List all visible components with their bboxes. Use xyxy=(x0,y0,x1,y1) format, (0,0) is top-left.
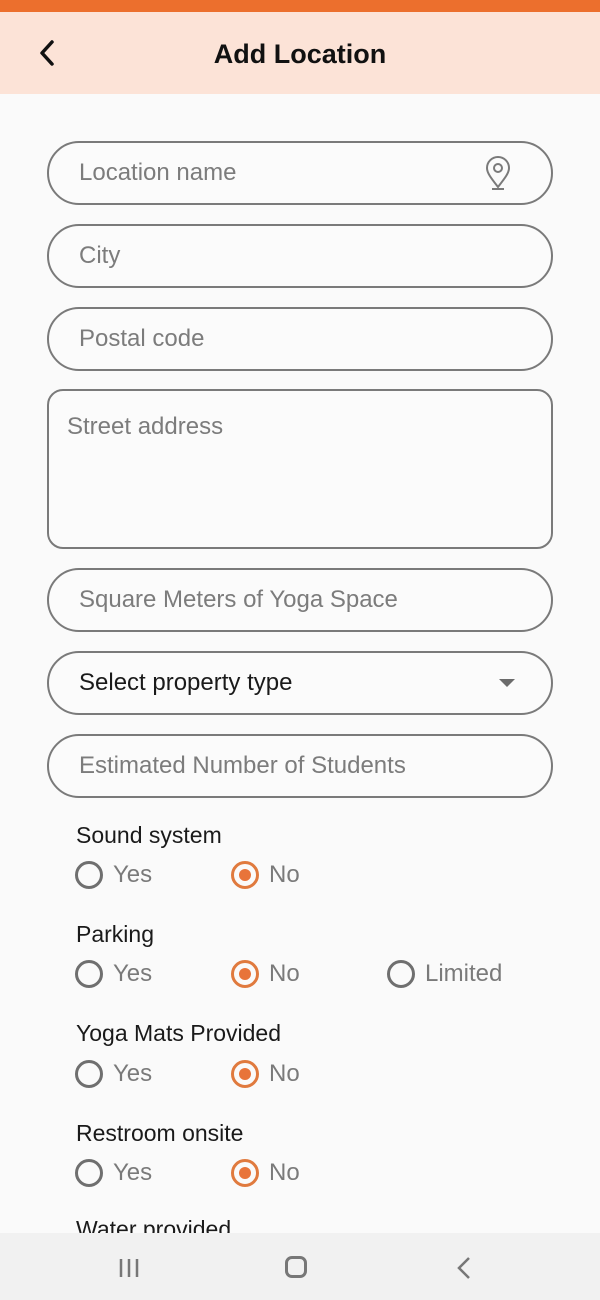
recent-apps-button[interactable] xyxy=(118,1257,140,1279)
square-meters-input[interactable]: Square Meters of Yoga Space xyxy=(47,568,553,632)
option-label: No xyxy=(269,1159,300,1186)
city-input[interactable]: City xyxy=(47,224,553,288)
parking-yes-radio[interactable]: Yes xyxy=(75,959,152,989)
yoga-mats-label: Yoga Mats Provided xyxy=(76,1020,282,1046)
radio-icon xyxy=(75,861,103,889)
parking-label: Parking xyxy=(76,921,154,947)
sound-system-no-radio[interactable]: No xyxy=(231,860,300,890)
sound-system-yes-radio[interactable]: Yes xyxy=(75,860,152,890)
page-title: Add Location xyxy=(213,39,387,69)
option-label: Yes xyxy=(113,1060,153,1087)
postal-code-placeholder: Postal code xyxy=(79,325,205,352)
option-label: Yes xyxy=(113,1159,153,1186)
option-label: Yes xyxy=(113,960,153,987)
city-placeholder: City xyxy=(79,242,121,269)
students-placeholder: Estimated Number of Students xyxy=(79,752,406,779)
property-type-value: Select property type xyxy=(79,669,293,696)
parking-limited-radio[interactable]: Limited xyxy=(387,959,502,989)
system-back-button[interactable] xyxy=(456,1256,472,1280)
location-name-input[interactable]: Location name xyxy=(47,141,553,205)
radio-selected-icon xyxy=(231,1060,259,1088)
yoga-mats-no-radio[interactable]: No xyxy=(231,1059,300,1089)
app-header: Add Location xyxy=(0,12,600,94)
street-address-placeholder: Street address xyxy=(67,413,224,440)
location-name-placeholder: Location name xyxy=(79,159,237,186)
radio-icon xyxy=(75,1060,103,1088)
home-button[interactable] xyxy=(285,1256,307,1278)
yoga-mats-yes-radio[interactable]: Yes xyxy=(75,1059,152,1089)
option-label: Limited xyxy=(425,960,503,987)
map-pin-icon[interactable] xyxy=(483,156,513,192)
square-meters-placeholder: Square Meters of Yoga Space xyxy=(79,586,398,613)
students-input[interactable]: Estimated Number of Students xyxy=(47,734,553,798)
option-label: No xyxy=(269,960,300,987)
property-type-select[interactable]: Select property type xyxy=(47,651,553,715)
street-address-textarea[interactable]: Street address xyxy=(47,389,553,549)
sound-system-label: Sound system xyxy=(76,822,222,848)
radio-icon xyxy=(387,960,415,988)
option-label: No xyxy=(269,1060,300,1087)
radio-icon xyxy=(75,1159,103,1187)
restroom-label: Restroom onsite xyxy=(76,1120,244,1146)
radio-selected-icon xyxy=(231,1159,259,1187)
dropdown-arrow-icon xyxy=(499,679,515,687)
radio-selected-icon xyxy=(231,861,259,889)
radio-icon xyxy=(75,960,103,988)
option-label: Yes xyxy=(113,861,153,888)
system-nav-bar xyxy=(0,1233,600,1300)
radio-selected-icon xyxy=(231,960,259,988)
status-bar xyxy=(0,0,600,12)
restroom-no-radio[interactable]: No xyxy=(231,1158,300,1188)
option-label: No xyxy=(269,861,300,888)
parking-no-radio[interactable]: No xyxy=(231,959,300,989)
postal-code-input[interactable]: Postal code xyxy=(47,307,553,371)
restroom-yes-radio[interactable]: Yes xyxy=(75,1158,152,1188)
